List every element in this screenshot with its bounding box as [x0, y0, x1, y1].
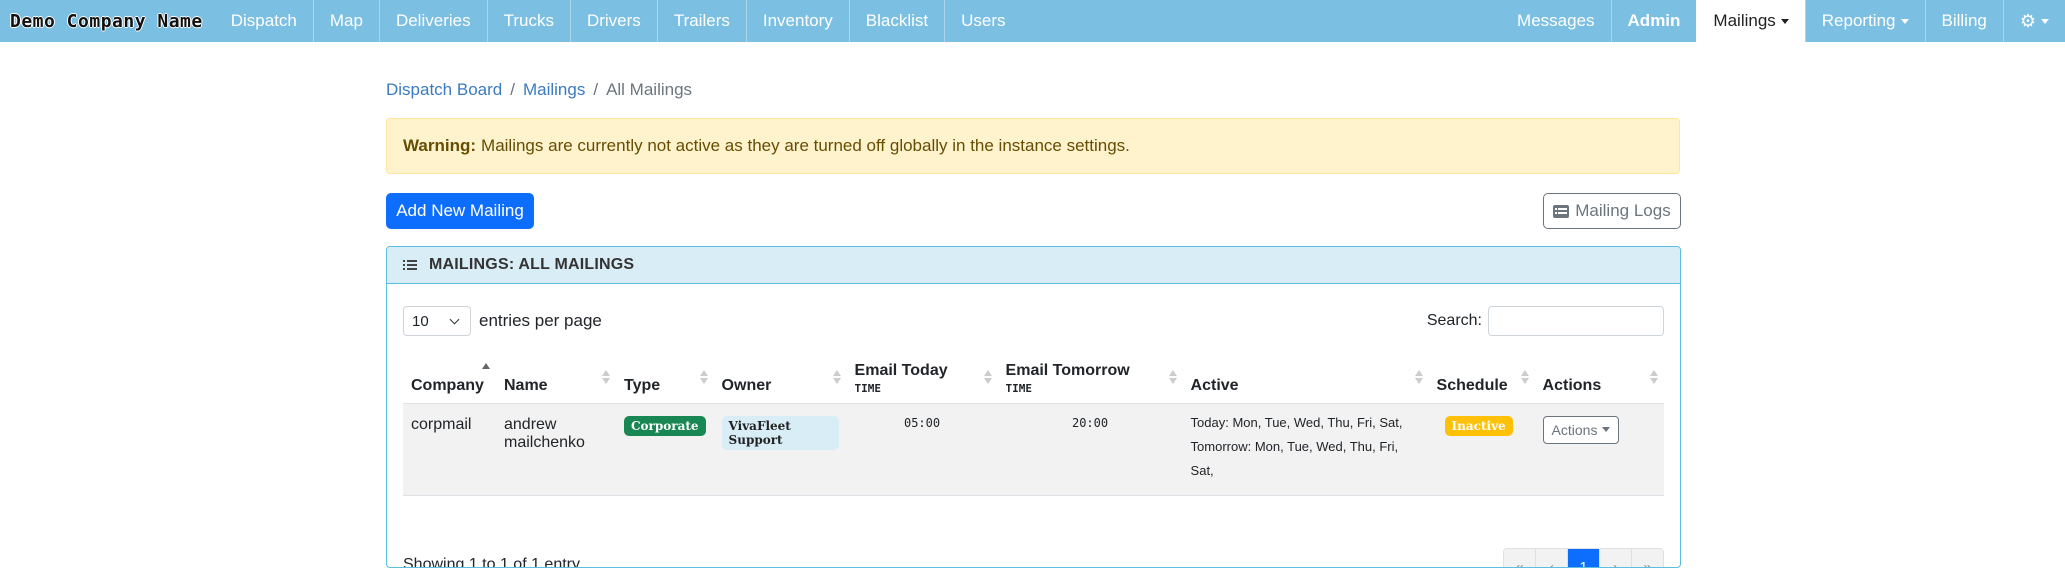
table-header-row: Company Name Type Owner Email Today TIME …	[403, 352, 1664, 404]
cell-schedule: Inactive	[1428, 403, 1535, 496]
gear-icon: ⚙	[2019, 10, 2036, 31]
cell-type: Corporate	[616, 403, 714, 496]
breadcrumb-separator: /	[510, 80, 515, 99]
card-title: MAILINGS: ALL MAILINGS	[429, 256, 635, 273]
breadcrumb-current: All Mailings	[606, 80, 693, 99]
nav-admin[interactable]: Admin	[1610, 0, 1697, 42]
cell-active: Today: Mon, Tue, Wed, Thu, Fri, Sat, Tom…	[1182, 403, 1429, 496]
table-row: corpmail andrew mailchenko Corporate Viv…	[403, 403, 1664, 496]
card-header: MAILINGS: ALL MAILINGS	[387, 247, 1680, 284]
nav-dispatch[interactable]: Dispatch	[215, 0, 314, 42]
breadcrumb-separator: /	[593, 80, 599, 99]
nav-settings-dropdown[interactable]: ⚙	[2002, 0, 2065, 42]
sort-icon	[602, 370, 610, 385]
mailing-logs-label: Mailing Logs	[1575, 201, 1671, 220]
sort-icon	[1520, 370, 1529, 385]
type-badge: Corporate	[624, 415, 706, 436]
row-actions-button[interactable]: Actions	[1542, 415, 1620, 444]
per-page-label: entries per page	[479, 311, 602, 330]
caret-down-icon	[1780, 18, 1789, 24]
column-schedule[interactable]: Schedule	[1428, 352, 1535, 404]
active-tomorrow: Tomorrow: Mon, Tue, Wed, Thu, Fri, Sat,	[1190, 438, 1399, 478]
pagination-next[interactable]: ›	[1600, 549, 1632, 567]
caret-down-icon	[2041, 18, 2049, 24]
nav-reporting-label: Reporting	[1821, 11, 1896, 30]
nav-mailings-dropdown[interactable]: Mailings	[1696, 0, 1805, 42]
nav-billing[interactable]: Billing	[1924, 0, 2003, 42]
cell-company: corpmail	[403, 403, 496, 496]
nav-mailings-label: Mailings	[1713, 11, 1776, 30]
caret-down-icon	[1602, 427, 1611, 432]
top-navbar: Demo Company Name Dispatch Map Deliverie…	[0, 0, 2065, 42]
cell-email-tomorrow: 20:00	[997, 403, 1183, 496]
column-active[interactable]: Active	[1182, 352, 1429, 404]
actions-label: Actions	[1551, 421, 1598, 438]
brand-logo[interactable]: Demo Company Name	[0, 0, 215, 42]
sort-icon	[1650, 370, 1658, 385]
sort-asc-icon	[482, 363, 490, 377]
active-today: Today: Mon, Tue, Wed, Thu, Fri, Sat,	[1190, 414, 1403, 430]
pagination-last[interactable]: »	[1632, 549, 1663, 567]
nav-trucks[interactable]: Trucks	[488, 0, 571, 42]
nav-blacklist[interactable]: Blacklist	[850, 0, 946, 42]
sort-icon	[1168, 370, 1177, 385]
sort-icon	[832, 370, 841, 385]
cell-owner: VivaFleet Support	[713, 403, 847, 496]
column-name[interactable]: Name	[496, 352, 616, 404]
search-control: Search:	[1427, 306, 1664, 336]
column-email-today[interactable]: Email Today TIME	[846, 352, 998, 404]
sort-icon	[1414, 370, 1423, 385]
column-company[interactable]: Company	[403, 352, 496, 404]
nav-users[interactable]: Users	[945, 0, 1021, 42]
pagination-page-1[interactable]: 1	[1568, 549, 1600, 567]
caret-down-icon	[1900, 18, 1909, 24]
breadcrumb: Dispatch Board / Mailings / All Mailings	[386, 80, 692, 100]
cell-actions: Actions	[1534, 403, 1664, 496]
mailings-card: MAILINGS: ALL MAILINGS 10 entries per pa…	[386, 246, 1681, 568]
search-label: Search:	[1426, 312, 1482, 329]
column-actions[interactable]: Actions	[1534, 352, 1664, 404]
nav-right: Messages Admin Mailings Reporting Billin…	[1501, 0, 2065, 42]
nav-trailers[interactable]: Trailers	[658, 0, 747, 42]
alert-label: Warning:	[403, 136, 477, 155]
column-type[interactable]: Type	[616, 352, 714, 404]
mailings-table: Company Name Type Owner Email Today TIME …	[403, 352, 1664, 496]
pagination-first[interactable]: «	[1504, 549, 1536, 567]
column-email-tomorrow[interactable]: Email Tomorrow TIME	[997, 352, 1183, 404]
status-badge: Inactive	[1444, 415, 1513, 436]
breadcrumb-mailings[interactable]: Mailings	[523, 80, 585, 100]
per-page-select[interactable]: 10	[403, 306, 471, 336]
cell-name: andrew mailchenko	[496, 403, 616, 496]
nav-reporting-dropdown[interactable]: Reporting	[1804, 0, 1925, 42]
sort-icon	[983, 370, 992, 385]
nav-map[interactable]: Map	[314, 0, 380, 42]
nav-deliveries[interactable]: Deliveries	[380, 0, 488, 42]
nav-inventory[interactable]: Inventory	[747, 0, 850, 42]
owner-badge: VivaFleet Support	[721, 415, 839, 450]
nav-drivers[interactable]: Drivers	[571, 0, 658, 42]
add-new-mailing-button[interactable]: Add New Mailing	[386, 193, 534, 229]
pagination-prev[interactable]: ‹	[1536, 549, 1568, 567]
column-owner[interactable]: Owner	[713, 352, 847, 404]
alert-text: Mailings are currently not active as the…	[481, 136, 1130, 155]
breadcrumb-dispatch-board[interactable]: Dispatch Board	[386, 80, 502, 100]
nav-left: Dispatch Map Deliveries Trucks Drivers T…	[215, 0, 1022, 42]
sort-icon	[699, 370, 708, 385]
cell-email-today: 05:00	[846, 403, 998, 496]
per-page-control: 10 entries per page	[403, 306, 602, 336]
warning-alert: Warning: Mailings are currently not acti…	[386, 118, 1680, 174]
list-icon	[403, 260, 417, 270]
mailing-logs-button[interactable]: Mailing Logs	[1543, 193, 1681, 229]
nav-messages[interactable]: Messages	[1501, 0, 1610, 42]
search-input[interactable]	[1488, 306, 1664, 336]
pagination: « ‹ 1 › »	[1503, 548, 1664, 567]
list-icon	[1553, 204, 1570, 218]
table-info: Showing 1 to 1 of 1 entry	[403, 556, 580, 568]
